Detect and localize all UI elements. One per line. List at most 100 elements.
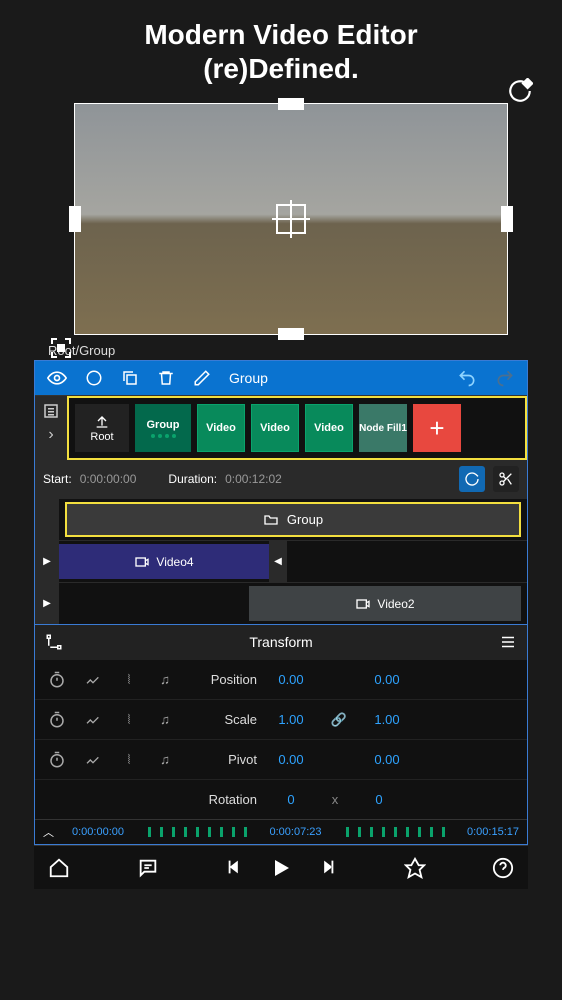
row-handle[interactable]: ▶ <box>35 583 59 624</box>
breadcrumb: Root/Group <box>48 343 562 358</box>
property-value-x[interactable]: 0 <box>265 792 317 807</box>
side-tabs: › <box>35 396 67 460</box>
ruler-markers <box>148 827 252 837</box>
resize-handle-left[interactable] <box>69 206 81 232</box>
layer-chip-video[interactable]: Video <box>197 404 245 452</box>
layer-chip-video[interactable]: Video <box>305 404 353 452</box>
wave-icon[interactable]: ⦚ <box>115 752 143 768</box>
stopwatch-icon[interactable] <box>43 751 71 769</box>
property-label: Position <box>187 672 257 687</box>
reset-button[interactable] <box>459 466 485 492</box>
graph-icon[interactable] <box>79 672 107 688</box>
property-value-y[interactable]: 0 <box>353 792 405 807</box>
scissors-icon <box>498 471 514 487</box>
row-handle[interactable]: ▶ <box>35 541 59 582</box>
start-value[interactable]: 0:00:00:00 <box>80 472 137 486</box>
root-label: Root <box>90 431 113 443</box>
group-dots-icon <box>151 434 176 438</box>
property-value-y[interactable]: 0.00 <box>361 752 413 767</box>
edit-icon[interactable] <box>193 369 211 387</box>
layer-chip-label: Group <box>147 419 180 431</box>
clip-label: Group <box>287 512 323 527</box>
resize-handle-bottom[interactable] <box>278 328 304 340</box>
rotate-icon[interactable] <box>507 78 533 104</box>
property-value-x[interactable]: 0.00 <box>265 672 317 687</box>
play-icon[interactable] <box>269 856 293 880</box>
hero-line1: Modern Video Editor <box>0 18 562 52</box>
clip-group[interactable]: Group <box>65 502 521 537</box>
layer-chip-label: Video <box>206 422 236 434</box>
property-label: Scale <box>187 712 257 727</box>
video-icon <box>355 596 371 612</box>
property-mid: x <box>325 792 345 807</box>
menu-icon[interactable] <box>499 633 517 651</box>
stopwatch-icon[interactable] <box>43 671 71 689</box>
timeline[interactable]: Group ▶ Video4 ◀ ▶ Video2 <box>35 498 527 624</box>
chevron-right-icon[interactable]: › <box>48 426 53 444</box>
copy-icon[interactable] <box>121 369 139 387</box>
root-button[interactable]: Root <box>75 404 129 452</box>
clip-video4[interactable]: Video4 <box>59 544 269 579</box>
duration-label: Duration: <box>168 472 217 486</box>
toolbar: Group <box>35 361 527 395</box>
redo-icon[interactable] <box>495 368 515 388</box>
transform-rows: ⦚ ♫ Position 0.00 0.00 ⦚ ♫ Scale 1.00 🔗 … <box>35 659 527 819</box>
step-forward-icon[interactable] <box>315 856 337 878</box>
layer-chip-group[interactable]: Group <box>135 404 191 452</box>
property-label: Pivot <box>187 752 257 767</box>
transform-icon[interactable] <box>45 633 63 651</box>
list-icon[interactable] <box>42 402 60 420</box>
ruler-time: 0:00:07:23 <box>270 826 322 838</box>
toolbar-group-label: Group <box>229 370 268 386</box>
clip-label: Video2 <box>377 597 414 611</box>
property-value-y[interactable]: 1.00 <box>361 712 413 727</box>
circle-icon[interactable] <box>85 369 103 387</box>
graph-icon[interactable] <box>79 752 107 768</box>
graph-icon[interactable] <box>79 712 107 728</box>
property-label: Rotation <box>187 792 257 807</box>
wave-icon[interactable]: ⦚ <box>115 672 143 688</box>
layer-chip-video[interactable]: Video <box>251 404 299 452</box>
stopwatch-icon[interactable] <box>43 711 71 729</box>
start-label: Start: <box>43 472 72 486</box>
music-icon[interactable]: ♫ <box>151 672 179 687</box>
link-icon[interactable]: 🔗 <box>325 712 353 728</box>
row-handle[interactable]: ◀ <box>269 541 287 582</box>
property-value-y[interactable]: 0.00 <box>361 672 413 687</box>
visibility-icon[interactable] <box>47 368 67 388</box>
duration-value[interactable]: 0:00:12:02 <box>225 472 282 486</box>
music-icon[interactable]: ♫ <box>151 752 179 767</box>
resize-handle-right[interactable] <box>501 206 513 232</box>
transform-panel: Transform ⦚ ♫ Position 0.00 0.00 ⦚ ♫ Sca… <box>35 624 527 819</box>
layer-chip-label: Node Fill1 <box>359 423 407 434</box>
bottom-nav <box>34 845 528 889</box>
resize-handle-top[interactable] <box>278 98 304 110</box>
step-back-icon[interactable] <box>225 856 247 878</box>
property-value-x[interactable]: 0.00 <box>265 752 317 767</box>
undo-icon[interactable] <box>457 368 477 388</box>
premium-icon[interactable] <box>404 857 426 879</box>
property-value-x[interactable]: 1.00 <box>265 712 317 727</box>
row-handle[interactable] <box>35 499 59 540</box>
layer-chip-node[interactable]: Node Fill1 <box>359 404 407 452</box>
transform-row-pivot: ⦚ ♫ Pivot 0.00 0.00 <box>35 739 527 779</box>
refresh-icon <box>464 471 480 487</box>
cut-button[interactable] <box>493 466 519 492</box>
plus-icon: + <box>429 413 444 444</box>
chevron-up-icon[interactable]: ︿ <box>43 824 54 840</box>
add-layer-button[interactable]: + <box>413 404 461 452</box>
help-icon[interactable] <box>492 857 514 879</box>
time-ruler[interactable]: ︿ 0:00:00:00 0:00:07:23 0:00:15:17 <box>35 819 527 844</box>
time-info-bar: Start: 0:00:00:00 Duration: 0:00:12:02 <box>35 460 527 498</box>
comment-icon[interactable] <box>137 857 159 879</box>
video-icon <box>134 554 150 570</box>
trash-icon[interactable] <box>157 369 175 387</box>
music-icon[interactable]: ♫ <box>151 712 179 727</box>
transform-row-scale: ⦚ ♫ Scale 1.00 🔗 1.00 <box>35 699 527 739</box>
layer-chip-label: Video <box>260 422 290 434</box>
fullscreen-icon[interactable] <box>49 336 73 360</box>
home-icon[interactable] <box>48 857 70 879</box>
wave-icon[interactable]: ⦚ <box>115 712 143 728</box>
clip-video2[interactable]: Video2 <box>249 586 521 621</box>
preview-canvas[interactable] <box>74 103 508 335</box>
